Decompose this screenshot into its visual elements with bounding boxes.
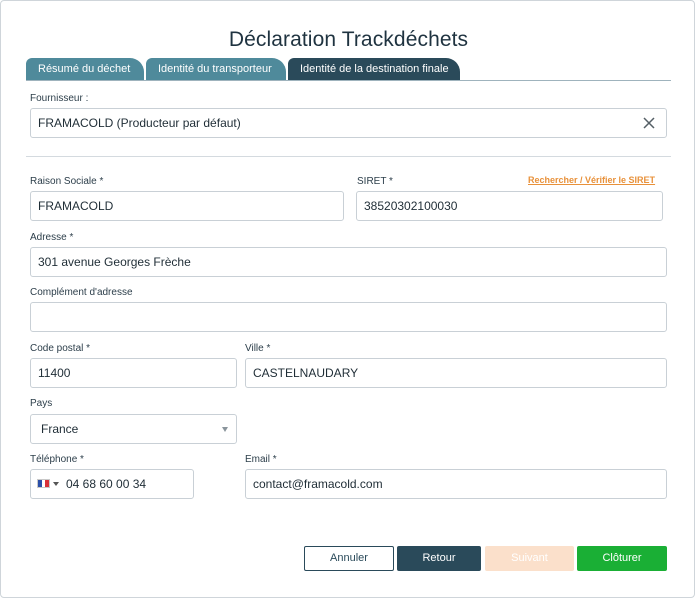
chevron-down-icon [53,482,59,486]
siret-input[interactable]: 38520302100030 [356,191,663,221]
cancel-button[interactable]: Annuler [304,546,394,571]
country-select[interactable]: France [30,414,237,444]
dialog-title: Déclaration Trackdéchets [228,28,469,51]
chevron-down-icon [222,427,228,432]
close-icon[interactable] [642,116,656,130]
postal-code-label: Code postal * [30,343,91,354]
france-flag-icon [37,479,50,488]
supplier-value: FRAMACOLD (Producteur par défaut) [38,116,241,130]
supplier-label: Fournisseur : [30,93,89,104]
tab-final-destination[interactable]: Identité de la destination finale [288,58,460,80]
country-value: France [41,422,79,436]
siret-label: SIRET * [357,176,393,187]
phone-input[interactable]: 04 68 60 00 34 [30,469,194,499]
address-complement-label: Complément d'adresse [30,287,133,298]
address-input[interactable]: 301 avenue Georges Frèche [30,247,667,277]
city-input[interactable]: CASTELNAUDARY [245,358,667,388]
phone-label: Téléphone * [30,454,84,465]
email-label: Email * [245,454,277,465]
declaration-dialog: Déclaration Trackdéchets Résumé du déche… [0,0,695,598]
company-name-input[interactable]: FRAMACOLD [30,191,344,221]
address-complement-input[interactable] [30,302,667,332]
city-label: Ville * [245,343,271,354]
postal-code-input[interactable]: 11400 [30,358,237,388]
country-label: Pays [30,398,53,409]
close-declaration-button[interactable]: Clôturer [577,546,667,571]
section-divider [26,156,671,157]
siret-search-link[interactable]: Rechercher / Vérifier le SIRET [528,175,655,185]
supplier-select[interactable]: FRAMACOLD (Producteur par défaut) [30,108,667,138]
email-input[interactable]: contact@framacold.com [245,469,667,499]
country-code-picker[interactable] [37,479,61,490]
address-label: Adresse * [30,232,74,243]
next-button[interactable]: Suivant [485,546,574,571]
phone-value: 04 68 60 00 34 [66,477,147,491]
company-name-label: Raison Sociale * [30,176,104,187]
tab-waste-summary[interactable]: Résumé du déchet [26,58,144,80]
tab-carrier-identity[interactable]: Identité du transporteur [146,58,286,80]
back-button[interactable]: Retour [397,546,481,571]
tab-divider [26,80,671,81]
